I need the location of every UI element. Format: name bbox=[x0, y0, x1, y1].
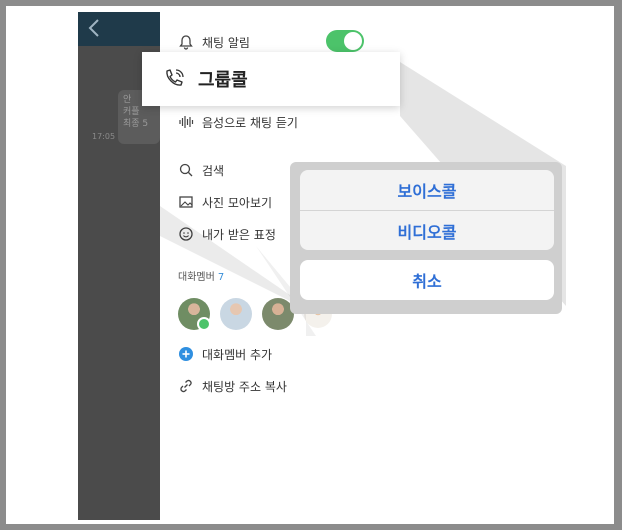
menu-item-add-member-label: 대화멤버 추가 bbox=[202, 347, 273, 362]
menu-item-notification[interactable]: 채팅 알림 bbox=[178, 32, 250, 52]
screenshot-frame: 안 커플 최종 5 17:05 채팅 알림 음성으로 채팅 듣기 검색 사진 모… bbox=[6, 6, 614, 524]
menu-item-emoji[interactable]: 내가 받은 표정 bbox=[178, 224, 276, 244]
bell-icon bbox=[179, 35, 193, 50]
menu-item-emoji-label: 내가 받은 표정 bbox=[202, 227, 276, 242]
members-label: 대화멤버 bbox=[178, 272, 215, 283]
cancel-button[interactable]: 취소 bbox=[300, 260, 554, 300]
menu-item-photos-label: 사진 모아보기 bbox=[202, 195, 273, 210]
group-call-popup[interactable]: 그룹콜 bbox=[142, 52, 400, 106]
video-call-button[interactable]: 비디오콜 bbox=[300, 210, 554, 250]
menu-item-voice-label: 음성으로 채팅 듣기 bbox=[202, 115, 298, 130]
action-sheet: 보이스콜 비디오콜 bbox=[300, 170, 554, 250]
menu-item-voice[interactable]: 음성으로 채팅 듣기 bbox=[178, 112, 298, 132]
chat-header bbox=[78, 12, 160, 46]
menu-item-search[interactable]: 검색 bbox=[178, 160, 224, 180]
chevron-left-icon bbox=[88, 19, 99, 37]
avatar[interactable] bbox=[220, 298, 252, 330]
online-indicator bbox=[197, 317, 211, 331]
back-button[interactable] bbox=[84, 18, 104, 40]
plus-circle-icon bbox=[179, 347, 193, 361]
link-icon bbox=[180, 379, 192, 393]
chat-bubble-time: 17:05 bbox=[92, 132, 116, 141]
sound-wave-icon bbox=[179, 116, 194, 128]
voice-call-button[interactable]: 보이스콜 bbox=[300, 170, 554, 210]
menu-item-copy-link-label: 채팅방 주소 복사 bbox=[202, 379, 287, 394]
image-icon bbox=[179, 196, 193, 208]
smile-icon bbox=[179, 227, 193, 241]
search-icon bbox=[179, 163, 193, 177]
menu-item-copy-link[interactable]: 채팅방 주소 복사 bbox=[178, 376, 287, 396]
menu-item-photos[interactable]: 사진 모아보기 bbox=[178, 192, 272, 212]
members-section-label: 대화멤버 7 bbox=[178, 268, 224, 283]
group-call-title: 그룹콜 bbox=[198, 70, 248, 91]
menu-item-notification-label: 채팅 알림 bbox=[202, 35, 250, 50]
menu-item-search-label: 검색 bbox=[202, 163, 225, 178]
notification-toggle[interactable] bbox=[326, 30, 364, 52]
avatar[interactable] bbox=[178, 298, 211, 331]
phone-call-icon bbox=[166, 69, 184, 86]
members-count: 7 bbox=[217, 272, 225, 283]
menu-item-add-member[interactable]: 대화멤버 추가 bbox=[178, 344, 272, 364]
